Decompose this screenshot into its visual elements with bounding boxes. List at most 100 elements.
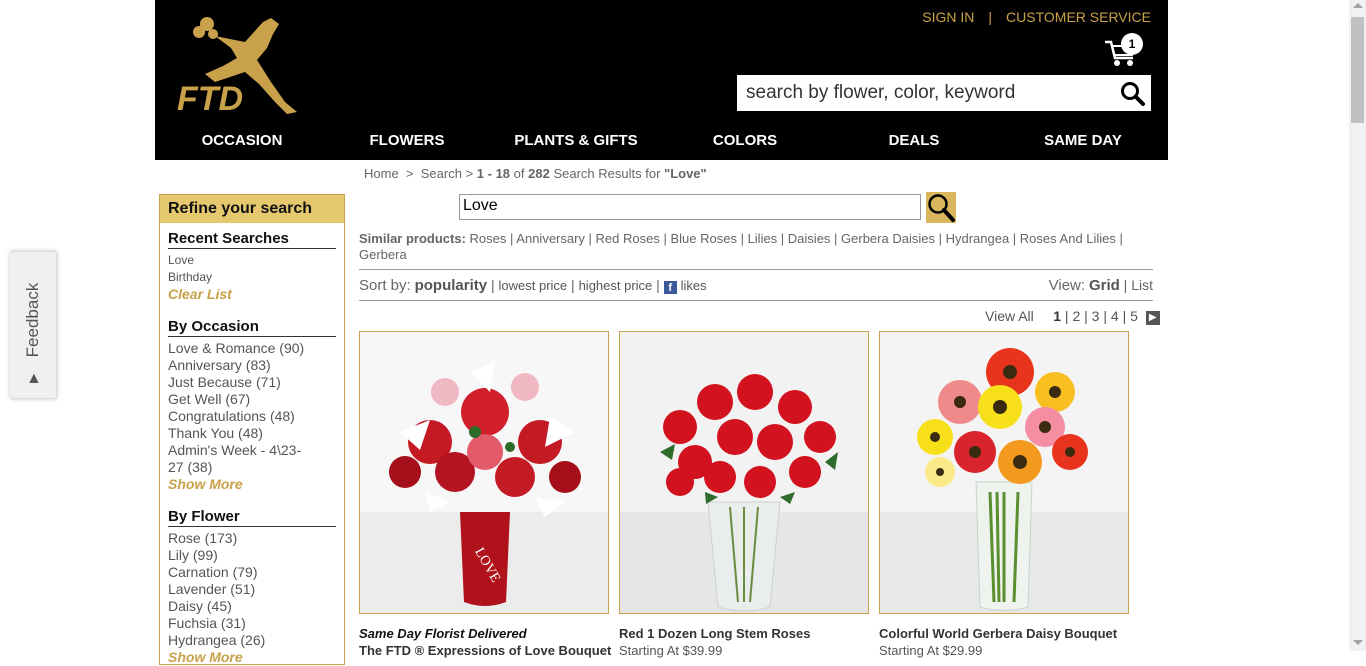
occasion-item[interactable]: Congratulations (48)	[168, 408, 336, 425]
similar-link[interactable]: Roses	[470, 231, 507, 246]
similar-link[interactable]: Gerbera Daisies	[841, 231, 935, 246]
sign-in-link[interactable]: SIGN IN	[922, 9, 974, 25]
result-of: of	[513, 166, 525, 181]
view-label: View:	[1048, 277, 1086, 294]
page-4[interactable]: 4	[1111, 308, 1119, 324]
result-range: 1 - 18	[476, 166, 511, 181]
view-list[interactable]: List	[1131, 277, 1153, 293]
result-total: 282	[528, 166, 550, 181]
product-image-gerbera-daisy[interactable]	[879, 331, 1129, 614]
clear-list-link[interactable]: Clear List	[168, 286, 336, 303]
view-all-link[interactable]: View All	[985, 308, 1034, 324]
similar-link[interactable]: Lilies	[748, 231, 778, 246]
main-nav: OCCASION FLOWERS PLANTS & GIFTS COLORS D…	[155, 128, 1168, 154]
occasion-item[interactable]: Thank You (48)	[168, 425, 336, 442]
flower-item[interactable]: Hydrangea (26)	[168, 632, 336, 649]
view-toggle: View: Grid | List	[1048, 277, 1153, 294]
flower-item[interactable]: Daisy (45)	[168, 598, 336, 615]
flower-item[interactable]: Lavender (51)	[168, 581, 336, 598]
product-image-love-bouquet[interactable]: LOVE	[359, 331, 609, 614]
cart-count-badge: 1	[1121, 33, 1143, 55]
next-page-icon[interactable]: ▶	[1145, 311, 1160, 325]
occasion-item[interactable]: Get Well (67)	[168, 391, 336, 408]
similar-link[interactable]: Gerbera	[359, 247, 407, 262]
feedback-tab[interactable]: Feedback ▲	[10, 251, 57, 399]
feedback-label: Feedback	[23, 282, 42, 358]
top-links: SIGN IN | CUSTOMER SERVICE	[922, 9, 1151, 25]
page-5[interactable]: 5	[1130, 308, 1138, 324]
product-image-red-roses[interactable]	[619, 331, 869, 614]
product-tag: Same Day Florist Delivered	[359, 626, 527, 641]
nav-flowers[interactable]: FLOWERS	[329, 128, 485, 154]
sort-lowest-price[interactable]: lowest price	[499, 278, 568, 293]
page-3[interactable]: 3	[1092, 308, 1100, 324]
header-search-input[interactable]	[737, 75, 1116, 111]
sort-likes[interactable]: likes	[681, 278, 707, 293]
similar-link[interactable]: Hydrangea	[946, 231, 1010, 246]
page-1[interactable]: 1	[1053, 308, 1061, 324]
nav-colors[interactable]: COLORS	[667, 128, 823, 154]
similar-link[interactable]: Red Roses	[596, 231, 660, 246]
pagination: View All 1 | 2 | 3 | 4 | 5 ▶	[985, 308, 1160, 325]
occasion-item[interactable]: Admin's Week - 4\23-	[168, 442, 336, 459]
occasion-item[interactable]: Love & Romance (90)	[168, 340, 336, 357]
nav-plants-gifts[interactable]: PLANTS & GIFTS	[485, 128, 667, 154]
flower-item[interactable]: Lily (99)	[168, 547, 336, 564]
by-flower-title: By Flower	[168, 508, 336, 527]
nav-occasion[interactable]: OCCASION	[155, 128, 329, 154]
search-icon	[928, 194, 955, 222]
nav-same-day[interactable]: SAME DAY	[1005, 128, 1161, 154]
scrollbar-thumb[interactable]	[1351, 17, 1364, 123]
sort-highest-price[interactable]: highest price	[579, 278, 653, 293]
result-label: Search Results for	[553, 166, 661, 181]
occasion-item[interactable]: Anniversary (83)	[168, 357, 336, 374]
similar-link[interactable]: Blue Roses	[670, 231, 736, 246]
occasion-show-more-link[interactable]: Show More	[168, 476, 336, 493]
sort-options: Sort by: popularity | lowest price | hig…	[359, 277, 707, 294]
recent-searches: Recent Searches Love Birthday Clear List	[168, 230, 336, 303]
occasion-item[interactable]: 27 (38)	[168, 459, 336, 476]
breadcrumb-separator: >	[465, 166, 474, 181]
scroll-up-icon[interactable]	[1353, 3, 1363, 8]
by-occasion: By Occasion Love & Romance (90) Annivers…	[168, 318, 336, 493]
recent-search-item[interactable]: Birthday	[168, 269, 336, 286]
ftd-logo[interactable]: FTD	[175, 12, 305, 118]
search-icon[interactable]	[1120, 81, 1146, 107]
product-name[interactable]: Colorful World Gerbera Daisy Bouquet	[879, 626, 1117, 641]
up-arrow-icon: ▲	[26, 370, 42, 387]
sort-popularity[interactable]: popularity	[415, 277, 488, 294]
occasion-item[interactable]: Just Because (71)	[168, 374, 336, 391]
sort-bar: Sort by: popularity | lowest price | hig…	[359, 269, 1153, 301]
by-flower: By Flower Rose (173) Lily (99) Carnation…	[168, 508, 336, 666]
product-name[interactable]: Red 1 Dozen Long Stem Roses	[619, 626, 810, 641]
flower-item[interactable]: Carnation (79)	[168, 564, 336, 581]
similar-link[interactable]: Roses And Lilies	[1020, 231, 1116, 246]
results-search-input[interactable]	[460, 195, 920, 217]
view-grid[interactable]: Grid	[1089, 277, 1120, 294]
breadcrumb-home[interactable]: Home	[364, 166, 399, 181]
flower-show-more-link[interactable]: Show More	[168, 649, 336, 666]
header-search	[737, 75, 1151, 111]
similar-products-label: Similar products:	[359, 231, 466, 246]
facebook-icon: f	[663, 281, 677, 294]
similar-link[interactable]: Daisies	[788, 231, 831, 246]
page-2[interactable]: 2	[1072, 308, 1080, 324]
nav-deals[interactable]: DEALS	[823, 128, 1005, 154]
flower-item[interactable]: Fuchsia (31)	[168, 615, 336, 632]
breadcrumb-separator: >	[405, 166, 414, 181]
result-query: "Love"	[664, 166, 707, 181]
similar-link[interactable]: Anniversary	[516, 231, 585, 246]
flower-item[interactable]: Rose (173)	[168, 530, 336, 547]
customer-service-link[interactable]: CUSTOMER SERVICE	[1006, 9, 1151, 25]
sort-label: Sort by:	[359, 277, 411, 294]
refine-sidebar: Refine your search Recent Searches Love …	[159, 194, 345, 665]
vertical-scrollbar[interactable]	[1349, 0, 1366, 651]
scroll-down-icon[interactable]	[1353, 640, 1363, 645]
by-occasion-title: By Occasion	[168, 318, 336, 337]
search-button[interactable]	[926, 192, 956, 223]
recent-search-item[interactable]: Love	[168, 252, 336, 269]
recent-searches-title: Recent Searches	[168, 230, 336, 249]
breadcrumb-search[interactable]: Search	[421, 166, 462, 181]
results-search-field	[459, 194, 921, 220]
similar-products: Similar products: Roses | Anniversary | …	[359, 231, 1123, 262]
